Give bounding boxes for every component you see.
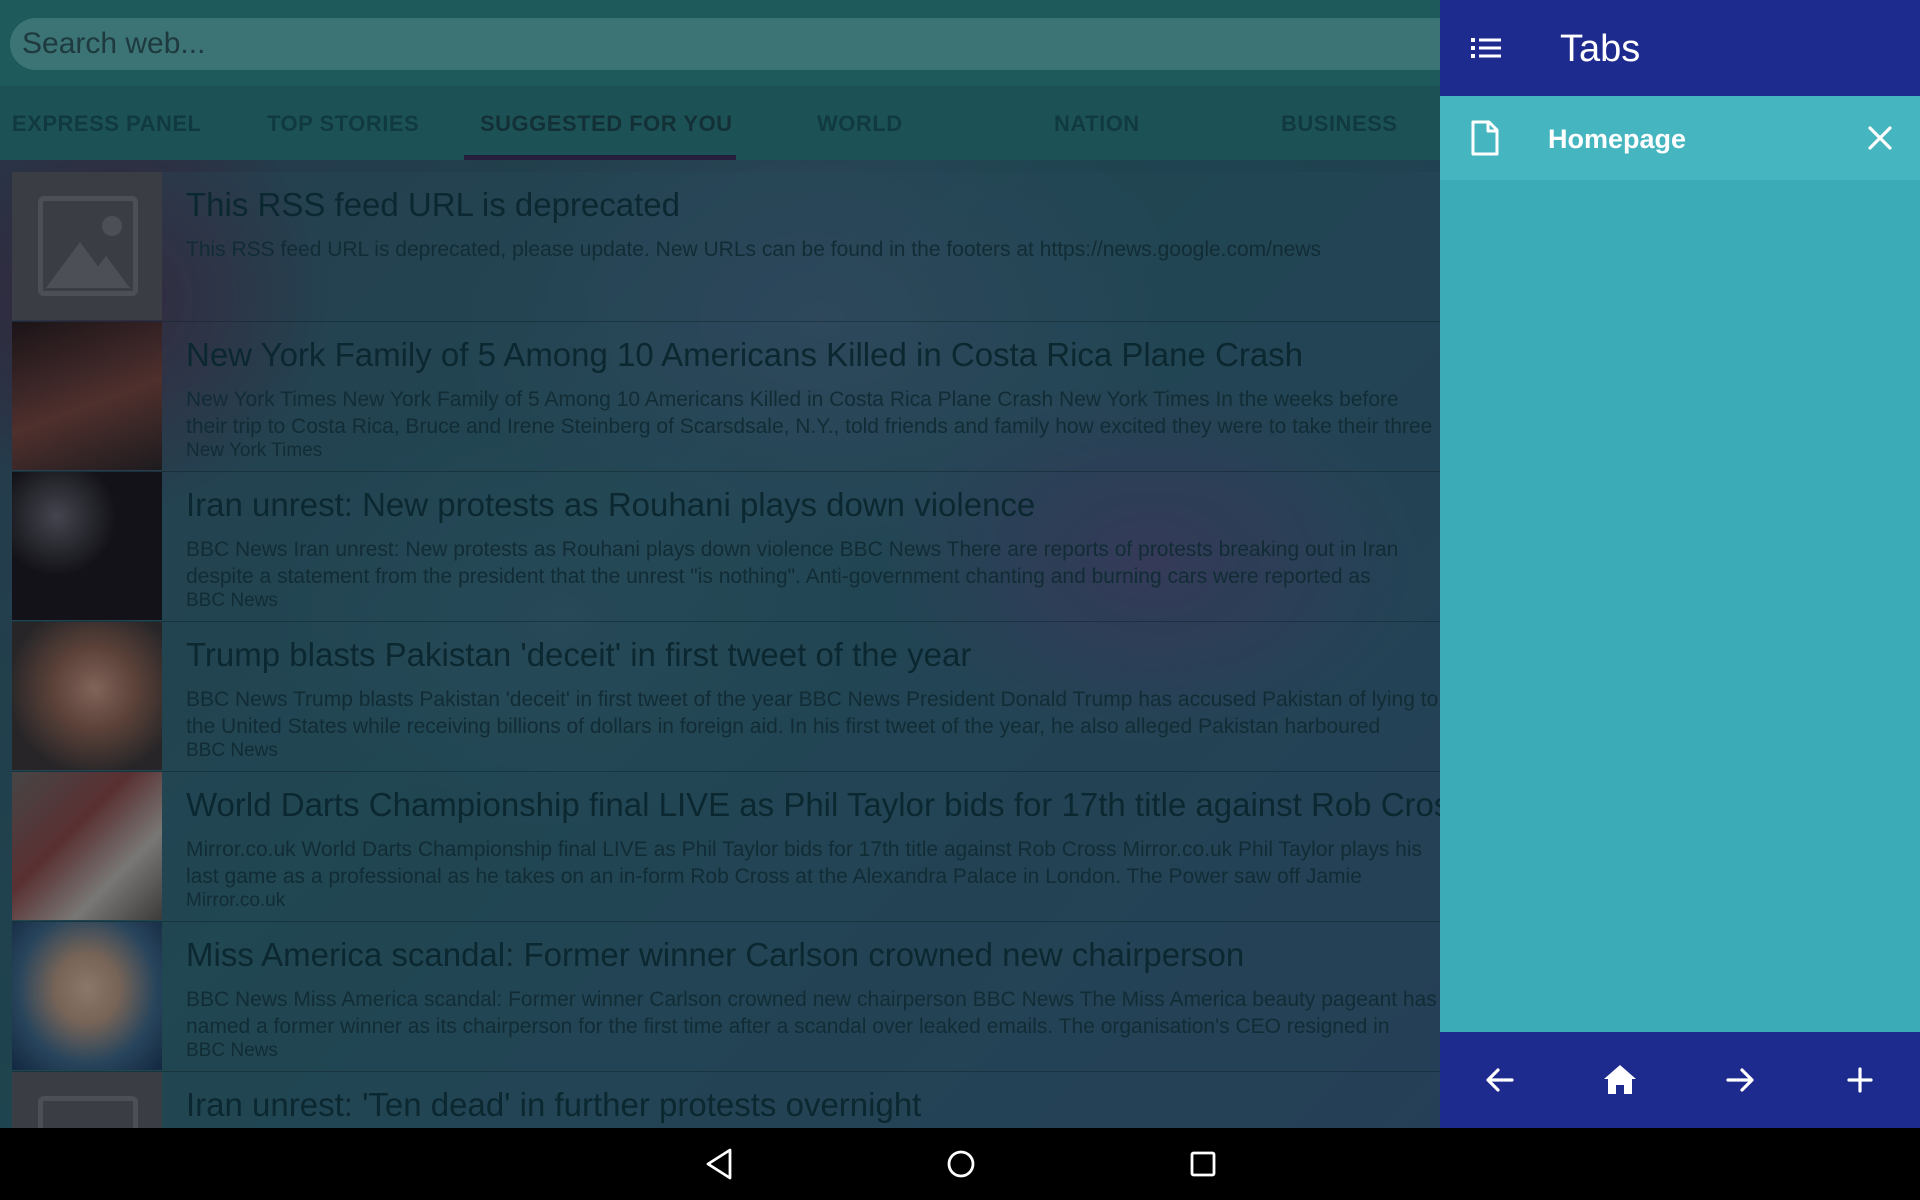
- news-thumbnail: [12, 322, 162, 470]
- drawer-title: Tabs: [1560, 28, 1641, 70]
- browser-content: EXPRESS PANEL TOP STORIES SUGGESTED FOR …: [0, 0, 1440, 1128]
- news-title: Iran unrest: 'Ten dead' in further prote…: [186, 1086, 922, 1123]
- news-title: New York Family of 5 Among 10 Americans …: [186, 336, 1304, 373]
- screen: EXPRESS PANEL TOP STORIES SUGGESTED FOR …: [0, 0, 1920, 1200]
- news-title: World Darts Championship final LIVE as P…: [186, 786, 1440, 823]
- news-description: Mirror.co.uk World Darts Championship fi…: [186, 838, 1423, 888]
- news-title: Iran unrest: New protests as Rouhani pla…: [186, 486, 1036, 523]
- news-item[interactable]: Miss America scandal: Former winner Carl…: [12, 922, 1440, 1072]
- news-title: This RSS feed URL is deprecated: [186, 186, 681, 223]
- news-item[interactable]: Iran unrest: 'Ten dead' in further prote…: [12, 1072, 1440, 1128]
- news-description: BBC News Iran unrest: New protests as Ro…: [186, 538, 1399, 588]
- tab-world[interactable]: WORLD: [817, 86, 903, 160]
- news-source: BBC News: [186, 590, 278, 611]
- active-tab-indicator: [464, 155, 736, 160]
- tabs-drawer: Tabs Homepage: [1440, 0, 1920, 1128]
- arrow-left-icon[interactable]: [1476, 1056, 1524, 1104]
- news-item[interactable]: World Darts Championship final LIVE as P…: [12, 772, 1440, 922]
- news-description: BBC News Trump blasts Pakistan 'deceit' …: [186, 688, 1439, 738]
- news-item[interactable]: New York Family of 5 Among 10 Americans …: [12, 322, 1440, 472]
- news-source: Mirror.co.uk: [186, 890, 286, 911]
- tab-top-stories[interactable]: TOP STORIES: [267, 86, 419, 160]
- home-icon[interactable]: [1596, 1056, 1644, 1104]
- search-bar: [0, 0, 1440, 86]
- drawer-toolbar: [1440, 1032, 1920, 1128]
- news-source: BBC News: [186, 740, 278, 761]
- news-description: BBC News Miss America scandal: Former wi…: [186, 988, 1437, 1038]
- nav-recents-icon[interactable]: [1181, 1142, 1225, 1186]
- news-thumbnail: [12, 472, 162, 620]
- news-source: New York Times: [186, 440, 323, 461]
- nav-home-icon[interactable]: [939, 1142, 983, 1186]
- image-placeholder-icon: [12, 1072, 162, 1128]
- news-thumbnail: [12, 772, 162, 920]
- system-nav-bar: [0, 1128, 1920, 1200]
- news-description: New York Times New York Family of 5 Amon…: [186, 388, 1433, 438]
- image-placeholder-icon: [12, 172, 162, 320]
- news-feed[interactable]: This RSS feed URL is deprecated This RSS…: [12, 172, 1440, 1128]
- nav-back-icon[interactable]: [698, 1142, 742, 1186]
- news-item[interactable]: Iran unrest: New protests as Rouhani pla…: [12, 472, 1440, 622]
- news-thumbnail: [12, 922, 162, 1070]
- plus-icon[interactable]: [1836, 1056, 1884, 1104]
- tab-item-label: Homepage: [1548, 124, 1687, 154]
- tab-express-panel[interactable]: EXPRESS PANEL: [12, 86, 201, 160]
- news-description: This RSS feed URL is deprecated, please …: [186, 238, 1322, 261]
- close-icon[interactable]: [1864, 122, 1896, 154]
- news-item[interactable]: Trump blasts Pakistan 'deceit' in first …: [12, 622, 1440, 772]
- list-icon[interactable]: [1470, 32, 1502, 64]
- news-item[interactable]: This RSS feed URL is deprecated This RSS…: [12, 172, 1440, 322]
- category-tabs: EXPRESS PANEL TOP STORIES SUGGESTED FOR …: [0, 86, 1440, 160]
- news-title: Trump blasts Pakistan 'deceit' in first …: [186, 636, 972, 673]
- search-input[interactable]: [10, 18, 1440, 70]
- tab-item-homepage[interactable]: Homepage: [1440, 96, 1920, 180]
- tab-business[interactable]: BUSINESS: [1281, 86, 1397, 160]
- arrow-right-icon[interactable]: [1716, 1056, 1764, 1104]
- news-thumbnail: [12, 622, 162, 770]
- tab-nation[interactable]: NATION: [1054, 86, 1140, 160]
- tab-suggested-for-you[interactable]: SUGGESTED FOR YOU: [480, 86, 733, 160]
- news-title: Miss America scandal: Former winner Carl…: [186, 936, 1245, 973]
- drawer-header: Tabs: [1440, 0, 1920, 96]
- file-icon: [1471, 120, 1499, 156]
- news-source: BBC News: [186, 1040, 278, 1061]
